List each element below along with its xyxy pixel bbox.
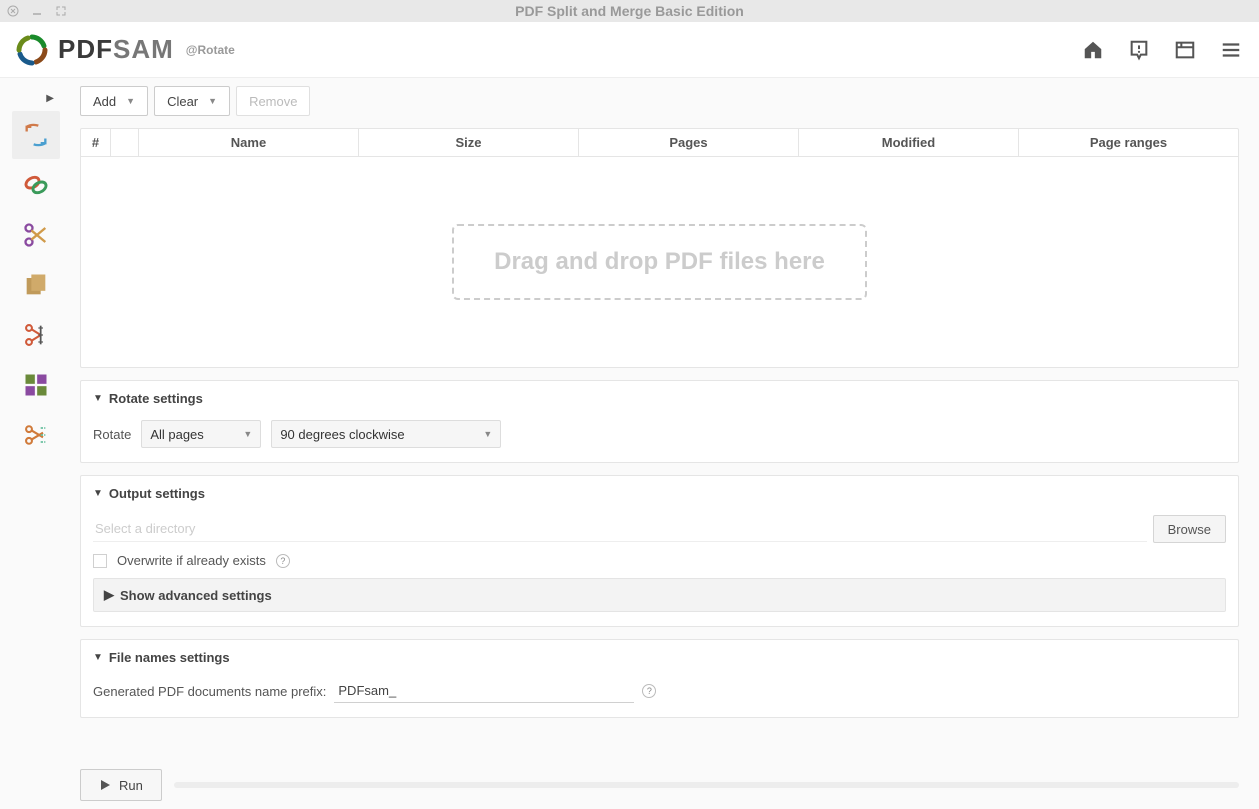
drop-hint: Drag and drop PDF files here bbox=[452, 224, 867, 300]
triangle-down-icon: ▼ bbox=[93, 652, 103, 663]
sidebar-split-bookmarks[interactable] bbox=[12, 311, 60, 359]
filenames-settings-panel: ▼ File names settings Generated PDF docu… bbox=[80, 639, 1239, 718]
rotate-angle-select[interactable]: 90 degrees clockwise▼ bbox=[271, 420, 501, 448]
file-toolbar: Add▼ Clear▼ Remove bbox=[80, 86, 1239, 116]
module-context: @Rotate bbox=[186, 43, 235, 57]
col-modified[interactable]: Modified bbox=[799, 129, 1019, 156]
output-settings-panel: ▼ Output settings Browse Overwrite if al… bbox=[80, 475, 1239, 627]
rotate-panel-toggle[interactable]: ▼ Rotate settings bbox=[81, 381, 1238, 416]
add-button[interactable]: Add▼ bbox=[80, 86, 148, 116]
filenames-panel-toggle[interactable]: ▼ File names settings bbox=[81, 640, 1238, 675]
overwrite-checkbox[interactable] bbox=[93, 554, 107, 568]
remove-button: Remove bbox=[236, 86, 310, 116]
window-title: PDF Split and Merge Basic Edition bbox=[515, 3, 744, 19]
app-header: PDFSAM @Rotate bbox=[0, 22, 1259, 78]
progress-bar bbox=[174, 782, 1239, 788]
titlebar: PDF Split and Merge Basic Edition bbox=[0, 0, 1259, 22]
caret-down-icon: ▼ bbox=[483, 429, 492, 439]
help-icon[interactable]: ? bbox=[642, 684, 656, 698]
triangle-right-icon: ▶ bbox=[104, 587, 114, 603]
browse-button[interactable]: Browse bbox=[1153, 515, 1226, 543]
sidebar-expand-icon[interactable]: ▶ bbox=[0, 86, 72, 110]
pdfsam-logo-icon bbox=[16, 34, 48, 66]
drop-zone[interactable]: Drag and drop PDF files here bbox=[81, 157, 1238, 367]
col-size[interactable]: Size bbox=[359, 129, 579, 156]
col-name[interactable]: Name bbox=[139, 129, 359, 156]
play-icon bbox=[99, 779, 111, 791]
log-icon[interactable] bbox=[1173, 38, 1197, 62]
sidebar-merge[interactable] bbox=[12, 161, 60, 209]
close-window-btn[interactable] bbox=[6, 4, 20, 18]
file-table: # Name Size Pages Modified Page ranges D… bbox=[80, 128, 1239, 368]
run-button[interactable]: Run bbox=[80, 769, 162, 801]
prefix-label: Generated PDF documents name prefix: bbox=[93, 684, 326, 699]
clear-button[interactable]: Clear▼ bbox=[154, 86, 230, 116]
sidebar: ▶ bbox=[0, 78, 72, 809]
advanced-settings-toggle[interactable]: ▶ Show advanced settings bbox=[93, 578, 1226, 612]
app-logo-text: PDFSAM bbox=[58, 34, 174, 65]
prefix-input[interactable] bbox=[334, 679, 634, 703]
menu-icon[interactable] bbox=[1219, 38, 1243, 62]
col-index[interactable]: # bbox=[81, 129, 111, 156]
maximize-window-btn[interactable] bbox=[54, 4, 68, 18]
triangle-down-icon: ▼ bbox=[93, 393, 103, 404]
rotate-label: Rotate bbox=[93, 427, 131, 442]
minimize-window-btn[interactable] bbox=[30, 4, 44, 18]
sidebar-alternate-mix[interactable] bbox=[12, 361, 60, 409]
caret-down-icon: ▼ bbox=[208, 96, 217, 106]
help-icon[interactable]: ? bbox=[276, 554, 290, 568]
rotate-pages-select[interactable]: All pages▼ bbox=[141, 420, 261, 448]
col-pages[interactable]: Pages bbox=[579, 129, 799, 156]
overwrite-label: Overwrite if already exists bbox=[117, 553, 266, 568]
sidebar-rotate[interactable] bbox=[12, 111, 60, 159]
sidebar-extract[interactable] bbox=[12, 261, 60, 309]
sidebar-split-size[interactable] bbox=[12, 411, 60, 459]
caret-down-icon: ▼ bbox=[243, 429, 252, 439]
col-status[interactable] bbox=[111, 129, 139, 156]
caret-down-icon: ▼ bbox=[126, 96, 135, 106]
home-icon[interactable] bbox=[1081, 38, 1105, 62]
sidebar-split[interactable] bbox=[12, 211, 60, 259]
triangle-down-icon: ▼ bbox=[93, 488, 103, 499]
notification-icon[interactable] bbox=[1127, 38, 1151, 62]
main-content: Add▼ Clear▼ Remove # Name Size Pages Mod… bbox=[72, 78, 1259, 809]
output-panel-toggle[interactable]: ▼ Output settings bbox=[81, 476, 1238, 511]
footer: Run bbox=[80, 769, 1239, 801]
output-directory-input[interactable] bbox=[93, 516, 1147, 542]
col-ranges[interactable]: Page ranges bbox=[1019, 129, 1238, 156]
rotate-settings-panel: ▼ Rotate settings Rotate All pages▼ 90 d… bbox=[80, 380, 1239, 463]
